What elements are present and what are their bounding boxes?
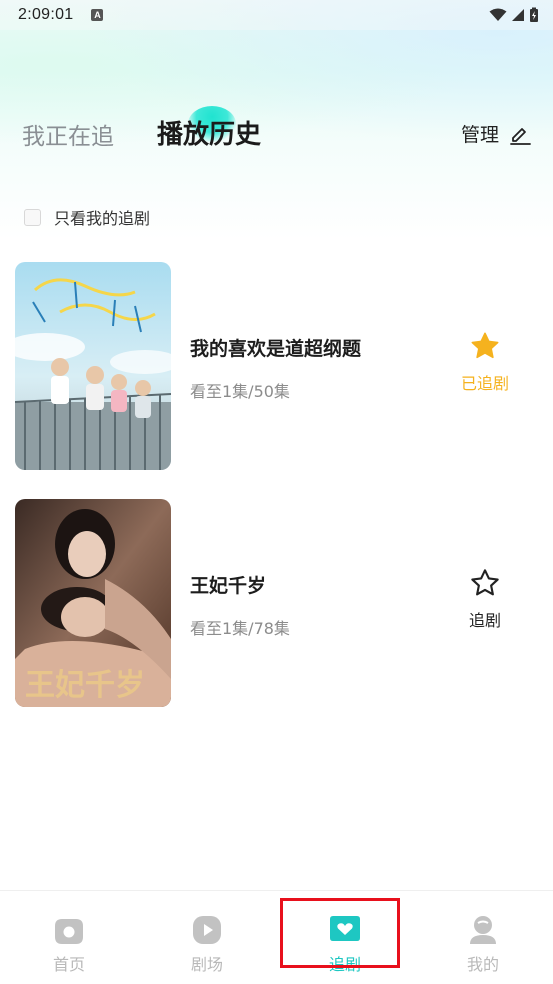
star-filled-icon xyxy=(471,332,499,359)
drama-progress: 看至1集/50集 xyxy=(190,382,290,401)
drama-title[interactable]: 我的喜欢是道超纲题 xyxy=(190,334,361,361)
nav-item-theater[interactable]: 剧场 xyxy=(167,913,247,975)
nav-label: 我的 xyxy=(466,955,499,974)
follow-label: 追剧 xyxy=(468,611,501,630)
follow-button[interactable]: 已追剧 xyxy=(445,330,525,400)
follow-button[interactable]: 追剧 xyxy=(445,567,525,637)
nav-label: 追剧 xyxy=(328,955,361,974)
battery-icon xyxy=(530,7,538,22)
drama-title[interactable]: 王妃千岁 xyxy=(190,571,266,598)
nav-item-mine[interactable]: 我的 xyxy=(443,913,523,975)
play-icon xyxy=(193,916,221,944)
manage-label: 管理 xyxy=(460,124,499,146)
nav-label: 首页 xyxy=(52,955,85,974)
my-follows-filter[interactable]: 只看我的追剧 xyxy=(24,205,150,229)
poster-image xyxy=(15,262,171,470)
status-icons xyxy=(489,7,539,23)
tab-play-history[interactable]: 播放历史 xyxy=(157,114,261,151)
home-icon xyxy=(55,919,83,944)
nav-item-follow[interactable]: 追剧 xyxy=(305,913,385,975)
tab-following[interactable]: 我正在追 xyxy=(22,117,114,151)
wifi-icon xyxy=(489,8,507,21)
star-outline-icon xyxy=(471,569,499,596)
page-header: 我正在追 播放历史 管理 xyxy=(0,100,553,170)
nav-item-home[interactable]: 首页 xyxy=(29,913,109,975)
notification-badge-icon: A xyxy=(91,9,104,21)
nav-label: 剧场 xyxy=(190,955,223,974)
drama-poster[interactable] xyxy=(15,262,171,470)
user-icon xyxy=(470,916,496,944)
poster-title-text: 王妃千岁 xyxy=(25,668,145,703)
manage-button[interactable]: 管理 xyxy=(461,120,531,147)
drama-list-item[interactable]: 王妃千岁 王妃千岁 看至1集/78集 追剧 xyxy=(15,499,538,707)
drama-progress: 看至1集/78集 xyxy=(190,619,290,638)
edit-icon xyxy=(510,127,531,145)
drama-list-item[interactable]: 我的喜欢是道超纲题 看至1集/50集 已追剧 xyxy=(15,262,538,470)
filter-label: 只看我的追剧 xyxy=(54,209,151,228)
status-time: 2:09:01 xyxy=(18,6,74,23)
follow-label: 已追剧 xyxy=(460,374,509,393)
status-bar: 2:09:01 A xyxy=(0,0,553,30)
heart-icon xyxy=(330,916,360,941)
poster-image: 王妃千岁 xyxy=(15,499,171,707)
signal-icon xyxy=(512,9,524,21)
drama-poster[interactable]: 王妃千岁 xyxy=(15,499,171,707)
bottom-navigation: 首页 剧场 追剧 我的 xyxy=(0,890,553,984)
filter-checkbox[interactable] xyxy=(24,208,41,226)
